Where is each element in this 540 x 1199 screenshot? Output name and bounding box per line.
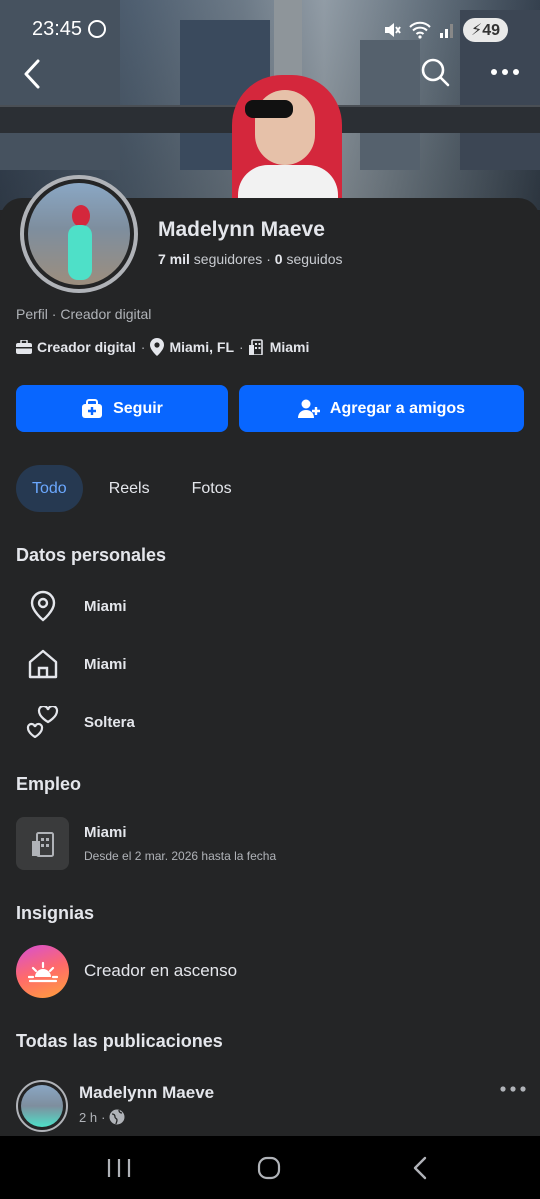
post-meta-separator: ·: [101, 1109, 106, 1125]
chip-workplace[interactable]: Miami: [270, 339, 310, 355]
personal-item-label: Soltera: [84, 713, 135, 731]
stats-separator: ·: [266, 251, 275, 267]
search-icon[interactable]: [420, 57, 450, 87]
employment-dates: Desde el 2 mar. 2026 hasta la fecha: [84, 849, 277, 863]
recent-apps-icon[interactable]: [106, 1156, 132, 1180]
top-navigation: [0, 55, 540, 95]
chip-separator: ·: [140, 339, 146, 355]
post-options-icon[interactable]: [500, 1082, 526, 1096]
add-friend-icon: [297, 399, 320, 418]
personal-item-label: Miami: [84, 597, 127, 615]
followers-count[interactable]: 7 mil: [158, 251, 190, 267]
profile-name: Madelynn Maeve: [158, 218, 325, 241]
add-friend-button[interactable]: Agregar a amigos: [239, 385, 524, 432]
system-back-icon[interactable]: [408, 1156, 434, 1180]
location-pin-icon: [26, 589, 60, 623]
follow-icon: [82, 398, 103, 418]
back-arrow-icon[interactable]: [18, 57, 48, 91]
home-icon: [26, 647, 60, 681]
personal-item-home[interactable]: Miami: [26, 647, 127, 681]
add-friend-label: Agregar a amigos: [329, 399, 466, 417]
badge-label[interactable]: Creador en ascenso: [84, 961, 237, 981]
avatar-image: [28, 183, 130, 285]
employment-title: Empleo: [16, 774, 82, 794]
location-pin-icon: [150, 338, 165, 356]
personal-item-label: Miami: [84, 655, 127, 673]
employment-place[interactable]: Miami: [84, 824, 127, 841]
profile-tabs: Todo Reels Fotos: [16, 465, 258, 512]
personal-item-relationship[interactable]: Soltera: [26, 705, 135, 739]
battery-level: ⚡49: [462, 18, 508, 42]
profile-category-line: Perfil · Creador digital: [16, 306, 152, 322]
wifi-icon: [409, 21, 431, 39]
badges-title: Insignias: [16, 903, 95, 923]
profile-avatar[interactable]: [20, 175, 138, 293]
tab-todo[interactable]: Todo: [16, 465, 83, 512]
home-button-icon[interactable]: [256, 1156, 282, 1180]
whatsapp-icon: [88, 20, 106, 38]
chip-category[interactable]: Creador digital: [37, 339, 136, 355]
cover-person-sunglasses: [245, 100, 293, 118]
building-icon: [248, 339, 263, 355]
follow-stats: 7 mil seguidores · 0 seguidos: [158, 251, 342, 267]
status-time: 23:45: [32, 18, 83, 40]
rising-creator-badge-icon[interactable]: [16, 945, 69, 998]
chip-separator: ·: [239, 339, 244, 355]
personal-details-title: Datos personales: [16, 545, 167, 565]
post-meta: 2 h ·: [79, 1109, 125, 1125]
following-label[interactable]: seguidos: [286, 251, 342, 267]
tab-reels[interactable]: Reels: [93, 465, 166, 512]
briefcase-icon: [16, 340, 32, 354]
posts-title: Todas las publicaciones: [16, 1031, 223, 1051]
follow-label: Seguir: [113, 399, 163, 417]
chip-location[interactable]: Miami, FL: [169, 339, 234, 355]
signal-icon: [439, 24, 453, 38]
tab-fotos[interactable]: Fotos: [176, 465, 248, 512]
follow-button[interactable]: Seguir: [16, 385, 228, 432]
more-options-icon[interactable]: [490, 57, 520, 87]
personal-item-location[interactable]: Miami: [26, 589, 127, 623]
mute-icon: [384, 23, 401, 37]
battery-value: 49: [482, 22, 500, 39]
avatar-image: [21, 1085, 63, 1127]
followers-label[interactable]: seguidores: [194, 251, 263, 267]
workplace-icon: [16, 817, 69, 870]
status-bar: 23:45 ⚡49: [0, 0, 540, 60]
profile-chips: Creador digital · Miami, FL · Miami: [16, 338, 309, 356]
post-author-avatar[interactable]: [16, 1080, 68, 1132]
system-navigation-bar: [0, 1136, 540, 1199]
globe-icon: [109, 1109, 125, 1125]
hearts-icon: [26, 705, 60, 739]
post-author-name[interactable]: Madelynn Maeve: [79, 1083, 214, 1103]
post-time[interactable]: 2 h: [79, 1110, 97, 1125]
status-icons: ⚡49: [383, 18, 508, 42]
following-count[interactable]: 0: [275, 251, 283, 267]
